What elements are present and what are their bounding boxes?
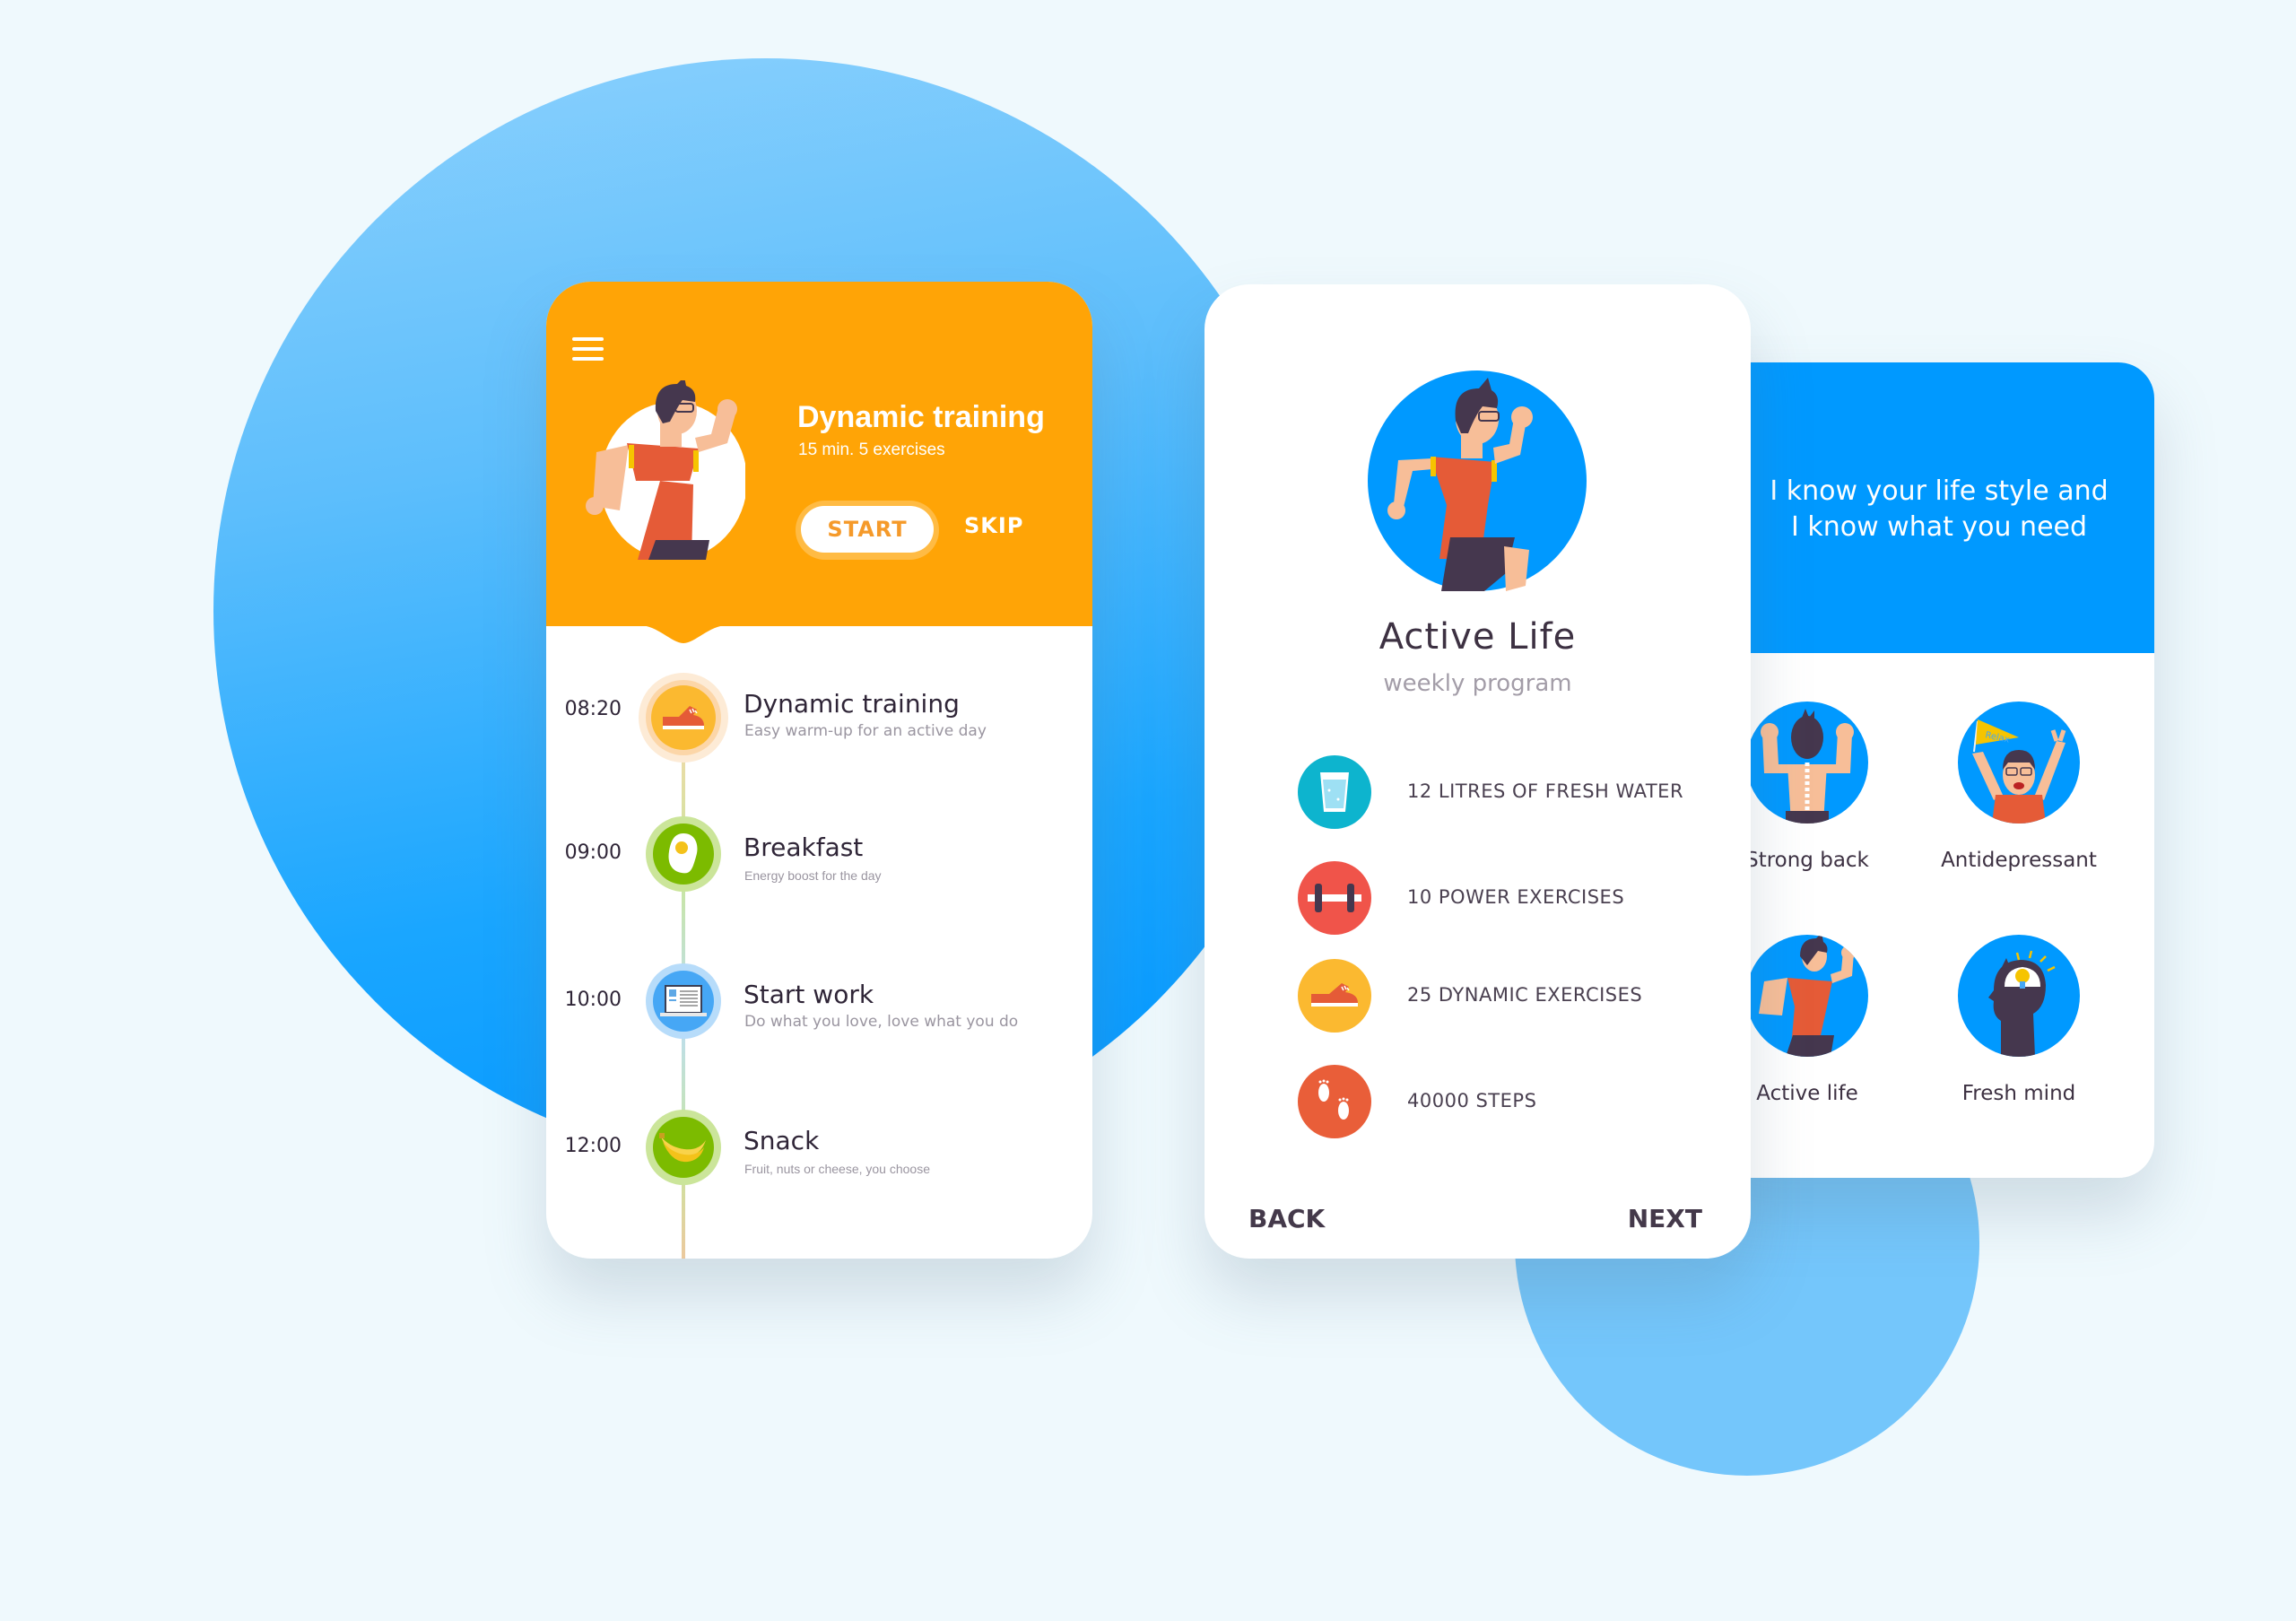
start-button[interactable]: START xyxy=(801,506,934,553)
skip-button[interactable]: SKIP xyxy=(964,513,1023,538)
benefits-screen: I know your life style and I know what y… xyxy=(1704,362,2154,1178)
program-item-label: 25 DYNAMIC EXERCISES xyxy=(1407,984,1643,1006)
benefit-label: Fresh mind xyxy=(1961,1082,2076,1105)
timeline-time: 08:20 xyxy=(564,698,622,720)
quote-line-2: I know what you need xyxy=(1790,511,2088,543)
timeline-node xyxy=(646,816,721,892)
timeline-item[interactable]: 12:00 Snack Fruit, nuts or cheese, you c… xyxy=(546,1083,1092,1185)
running-man-icon xyxy=(1746,935,1868,1057)
back-button[interactable]: BACK xyxy=(1248,1204,1325,1233)
program-screen: Active Life weekly program 12 LITRES OF … xyxy=(1205,284,1751,1259)
timeline-time: 10:00 xyxy=(564,989,622,1011)
program-item-label: 12 LITRES OF FRESH WATER xyxy=(1407,780,1684,802)
running-man-illustration xyxy=(586,380,745,560)
timeline-title: Dynamic training xyxy=(744,689,960,719)
program-title: Active Life xyxy=(1378,616,1577,658)
workout-header: Dynamic training 15 min. 5 exercises STA… xyxy=(546,282,1092,626)
timeline-item[interactable]: 08:20 Dynamic training Easy warm-up for … xyxy=(546,646,1092,763)
sneaker-icon xyxy=(1298,959,1371,1033)
quote-line-1: I know your life style and xyxy=(1770,475,2109,507)
sneaker-icon xyxy=(651,685,716,750)
fried-egg-icon xyxy=(653,824,714,885)
dumbbell-icon xyxy=(1298,861,1371,935)
strong-back-icon xyxy=(1746,702,1868,824)
timeline-node xyxy=(646,963,721,1039)
timeline-title: Breakfast xyxy=(744,832,864,862)
program-item: 10 POWER EXERCISES xyxy=(1298,861,1710,935)
running-man-avatar xyxy=(1368,370,1587,591)
header-notch xyxy=(639,625,727,643)
timeline-time: 09:00 xyxy=(564,841,622,864)
program-subtitle: weekly program xyxy=(1383,670,1572,697)
program-item: 25 DYNAMIC EXERCISES xyxy=(1298,959,1710,1033)
workout-subtitle: 15 min. 5 exercises xyxy=(798,440,945,459)
program-item: 12 LITRES OF FRESH WATER xyxy=(1298,755,1710,829)
hamburger-menu-icon[interactable] xyxy=(572,337,604,361)
program-item-label: 10 POWER EXERCISES xyxy=(1407,886,1625,908)
timeline-title: Start work xyxy=(744,980,874,1009)
lightbulb-head-icon xyxy=(1958,935,2080,1057)
timeline-item[interactable]: 10:00 Start work Do what you love, love … xyxy=(546,937,1092,1039)
timeline-node xyxy=(646,1110,721,1185)
benefits-header: I know your life style and I know what y… xyxy=(1704,362,2154,653)
daily-plan-screen: Dynamic training 15 min. 5 exercises STA… xyxy=(546,282,1092,1259)
timeline-description: Energy boost for the day xyxy=(744,868,882,883)
timeline-node xyxy=(639,673,728,763)
water-glass-icon xyxy=(1298,755,1371,829)
timeline-description: Easy warm-up for an active day xyxy=(744,722,987,740)
laptop-icon xyxy=(653,971,714,1032)
benefit-label: Antidepressant xyxy=(1941,849,2097,872)
timeline-description: Fruit, nuts or cheese, you choose xyxy=(744,1162,930,1176)
program-item-label: 40000 STEPS xyxy=(1407,1090,1537,1111)
timeline-title: Snack xyxy=(744,1126,820,1155)
timeline-item[interactable]: 09:00 Breakfast Energy boost for the day xyxy=(546,789,1092,892)
next-button[interactable]: NEXT xyxy=(1628,1204,1702,1233)
footprints-icon xyxy=(1298,1065,1371,1138)
workout-title: Dynamic training xyxy=(797,400,1045,434)
timeline-description: Do what you love, love what you do xyxy=(744,1013,1019,1031)
relax-flag-icon: Relax xyxy=(1958,702,2080,824)
banana-icon xyxy=(653,1117,714,1178)
benefits-quote: I know your life style and I know what y… xyxy=(1751,474,2127,545)
benefit-fresh-mind[interactable]: Fresh mind xyxy=(1934,935,2104,1105)
timeline-time: 12:00 xyxy=(564,1135,622,1157)
benefit-antidepressant[interactable]: Relax Antidepressant xyxy=(1934,702,2104,872)
program-item: 40000 STEPS xyxy=(1298,1065,1710,1138)
